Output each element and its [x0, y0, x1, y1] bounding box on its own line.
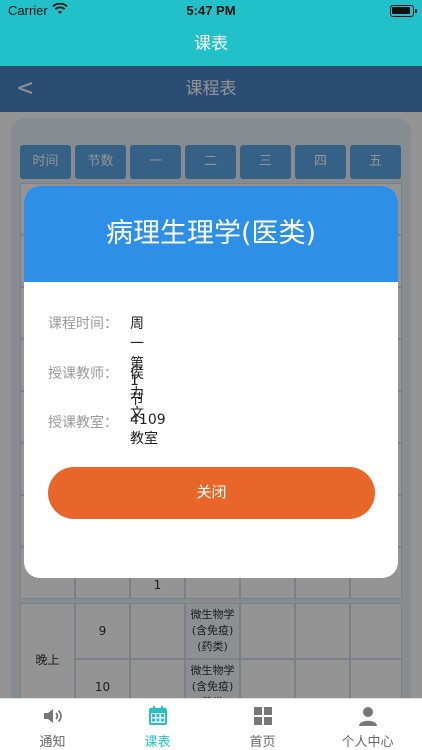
tab-schedule[interactable]: 课表 [105, 699, 210, 750]
tab-notifications[interactable]: 通知 [0, 699, 105, 750]
tab-label: 通知 [39, 735, 66, 750]
speaker-icon [0, 705, 105, 727]
page-title: 课表 [0, 22, 422, 66]
info-label: 课程时间： [48, 316, 118, 332]
info-label: 授课教室： [48, 415, 118, 431]
bottom-tab-bar: 通知 课表 首页 个人中心 [0, 698, 422, 750]
grid-icon [210, 705, 315, 727]
status-bar: Carrier 5:47 PM [0, 0, 422, 22]
close-button[interactable]: 关闭 [48, 467, 375, 519]
battery-icon [390, 5, 417, 17]
tab-label: 首页 [249, 735, 276, 750]
course-detail-modal: 病理生理学(医类) 课程时间： 周一第1节 授课教师： 侯力文 授课教室： 41… [24, 186, 398, 578]
tab-label: 课表 [144, 735, 171, 750]
calendar-icon [105, 705, 210, 727]
tab-profile[interactable]: 个人中心 [315, 699, 420, 750]
info-label: 授课教师： [48, 366, 118, 382]
clock-time: 5:47 PM [186, 3, 236, 18]
modal-course-title: 病理生理学(医类) [24, 186, 398, 282]
tab-home[interactable]: 首页 [210, 699, 315, 750]
person-icon [315, 705, 420, 727]
tab-label: 个人中心 [341, 735, 394, 750]
info-value: 4109教室 [130, 412, 166, 447]
